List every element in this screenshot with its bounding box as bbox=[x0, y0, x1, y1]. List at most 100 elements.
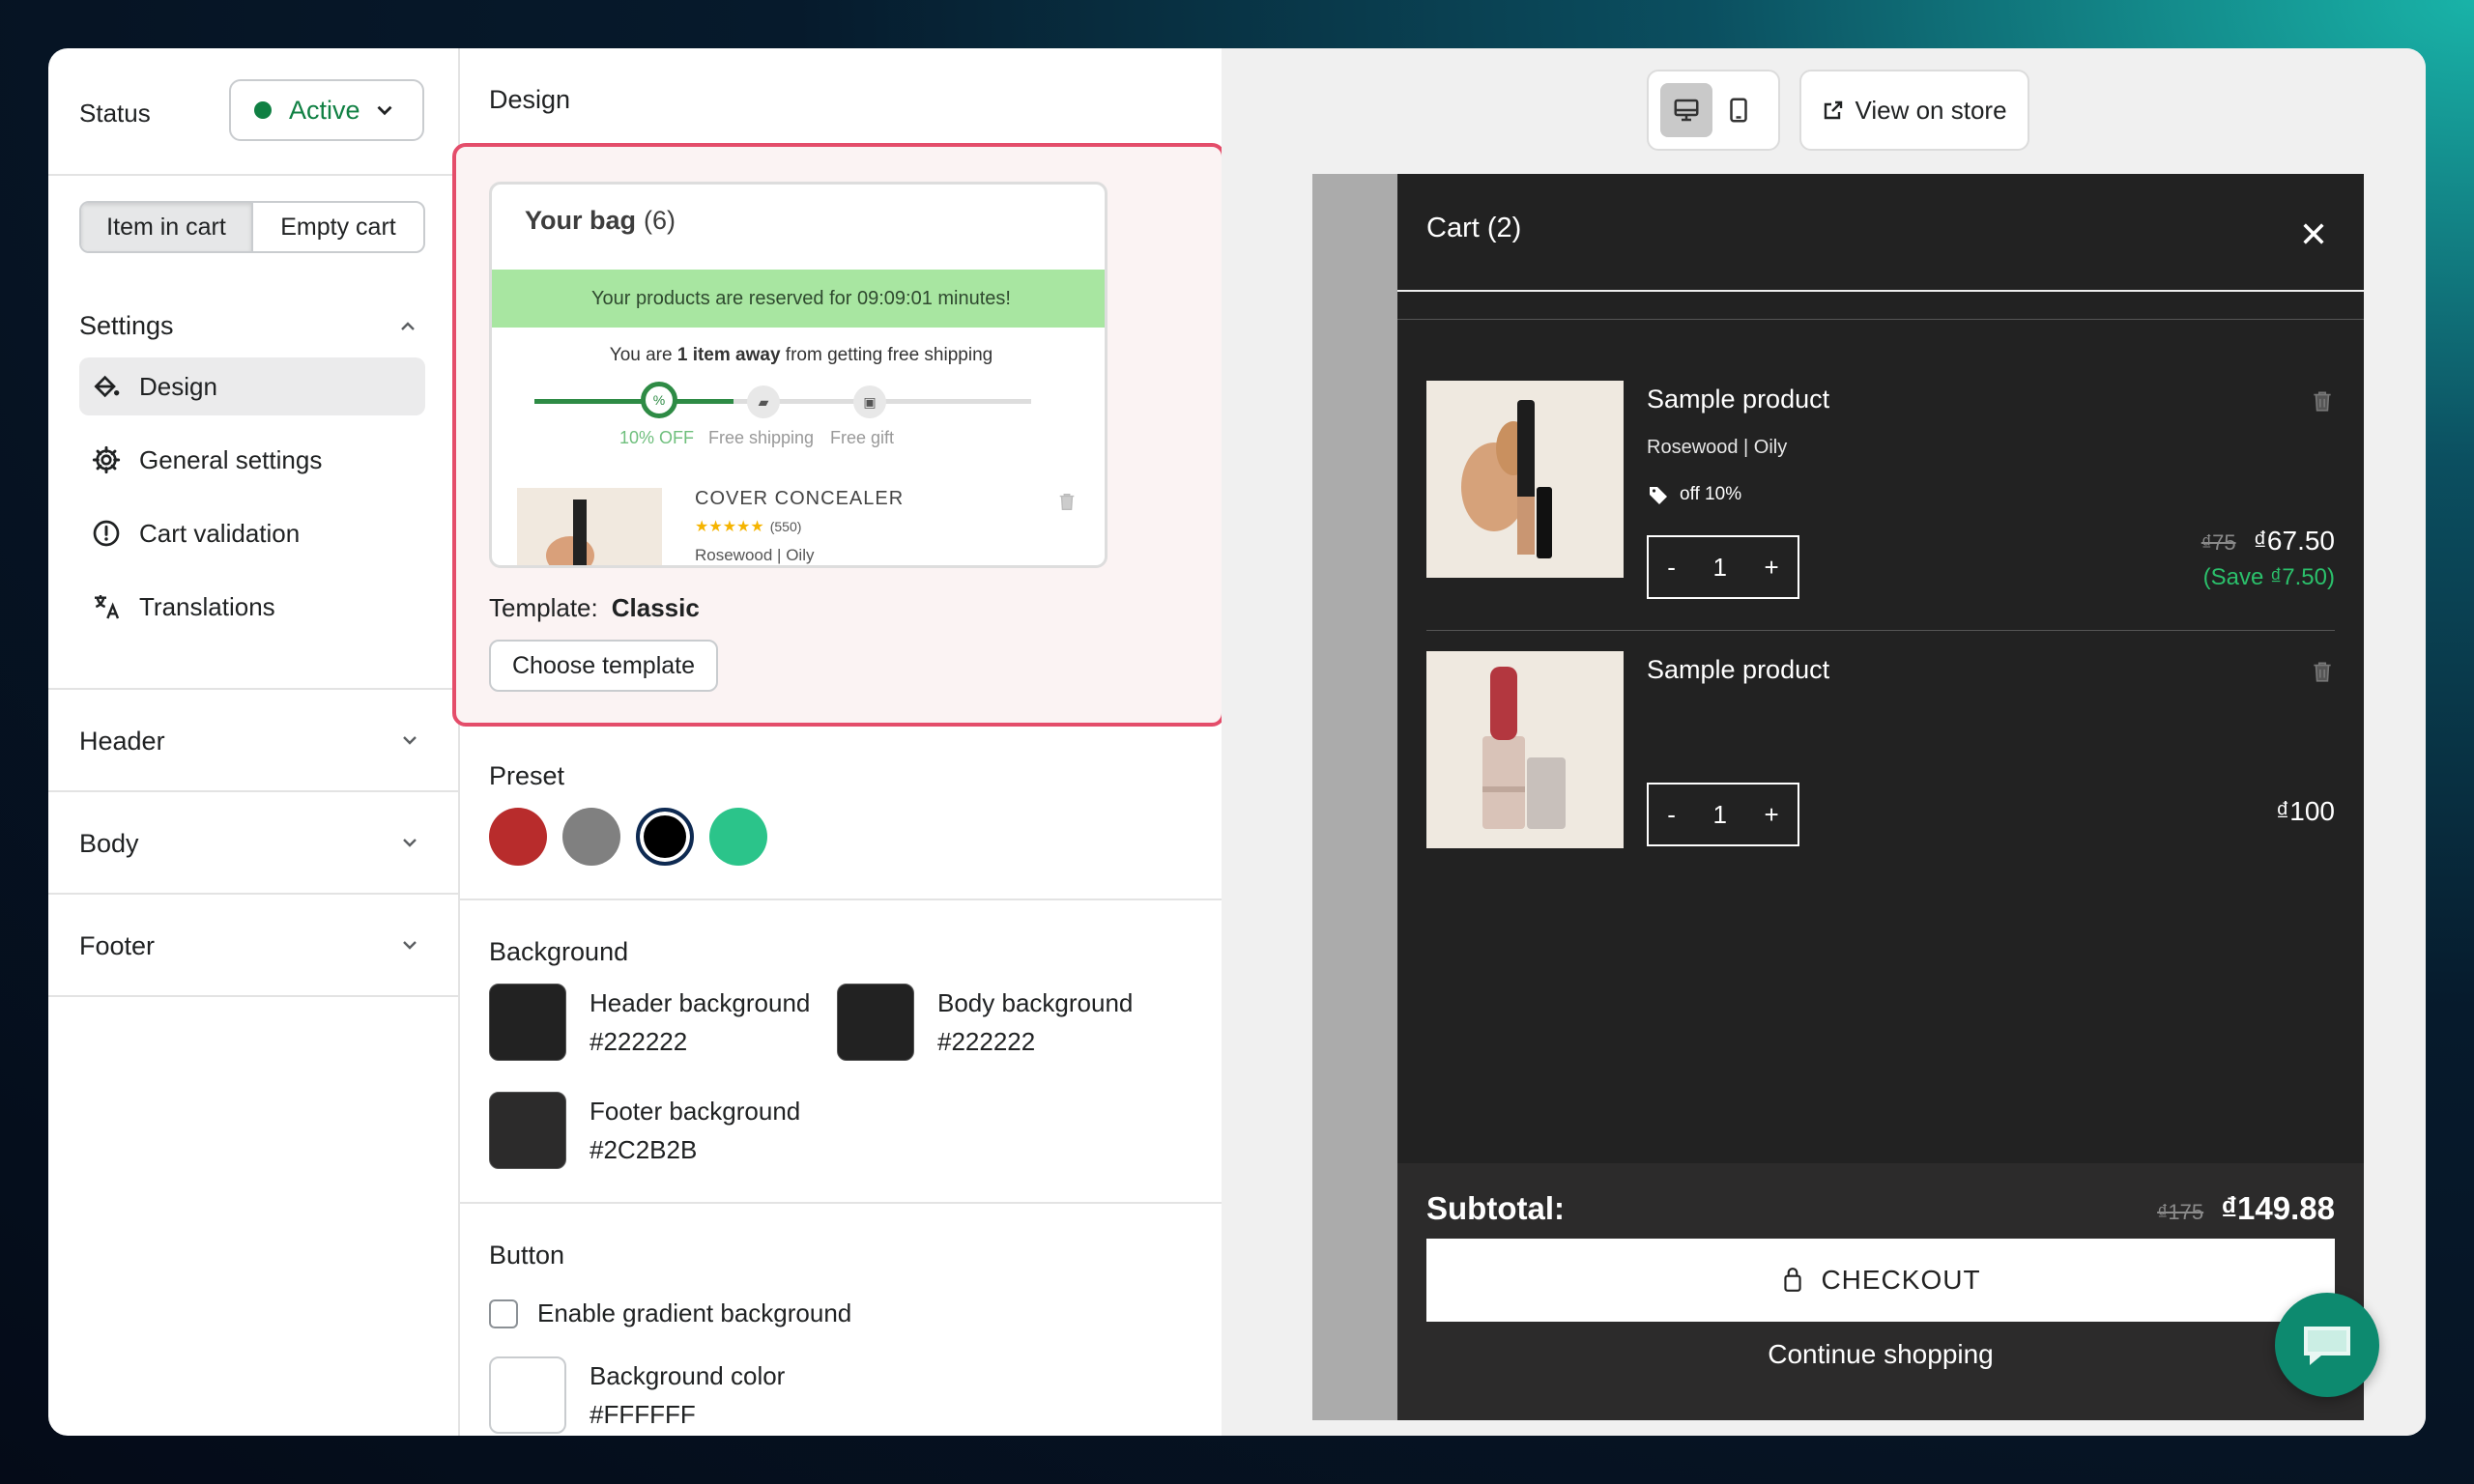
preset-swatch-green[interactable] bbox=[709, 808, 767, 866]
cart-line-item: Sample product - 1 + ₫100 bbox=[1426, 651, 2335, 854]
reservation-banner: Your products are reserved for 09:09:01 … bbox=[492, 270, 1105, 328]
chevron-up-icon bbox=[401, 321, 415, 330]
button-title: Button bbox=[489, 1241, 565, 1270]
milestone-label: 10% OFF bbox=[619, 428, 695, 447]
subtotal-compare: ₫175 bbox=[2157, 1200, 2204, 1224]
product-image-lipstick bbox=[1426, 651, 1624, 848]
settings-title: Settings bbox=[79, 311, 174, 340]
status-value: Active bbox=[289, 95, 360, 125]
checkout-button[interactable]: CHECKOUT bbox=[1426, 1239, 2335, 1322]
gear-icon bbox=[91, 444, 122, 475]
chat-button[interactable] bbox=[2275, 1293, 2379, 1397]
translate-icon bbox=[91, 591, 122, 622]
quantity-stepper[interactable]: - 1 + bbox=[1647, 535, 1799, 599]
desktop-view-button[interactable] bbox=[1660, 83, 1712, 137]
qty-increase-button[interactable]: + bbox=[1765, 553, 1779, 583]
continue-shopping-link[interactable]: Continue shopping bbox=[1397, 1339, 2364, 1370]
alert-circle-icon bbox=[91, 518, 122, 549]
color-value: #222222 bbox=[590, 1027, 688, 1056]
color-value: #2C2B2B bbox=[590, 1135, 698, 1164]
trash-icon[interactable] bbox=[2310, 386, 2335, 415]
price-row: ₫100 bbox=[2276, 796, 2335, 827]
template-section: Your bag (6) Your products are reserved f… bbox=[452, 143, 1225, 727]
view-on-store-button[interactable]: View on store bbox=[1799, 70, 2029, 151]
color-value: #FFFFFF bbox=[590, 1400, 696, 1429]
subtotal-label: Subtotal: bbox=[1426, 1190, 1565, 1226]
trash-icon[interactable] bbox=[2310, 657, 2335, 686]
color-picker-swatch[interactable] bbox=[489, 1092, 566, 1169]
progress-track bbox=[534, 399, 1031, 404]
chevron-down-icon bbox=[403, 736, 417, 745]
preset-title: Preset bbox=[489, 761, 565, 790]
milestone-label: Free shipping bbox=[708, 428, 815, 447]
preview-product-image bbox=[517, 488, 662, 565]
template-preview[interactable]: Your bag (6) Your products are reserved f… bbox=[489, 182, 1108, 568]
status-dot bbox=[254, 101, 272, 119]
sidebar-item-general-settings[interactable]: General settings bbox=[79, 431, 425, 489]
savings-text: (Save ₫7.50) bbox=[2202, 564, 2335, 590]
section-label: Body bbox=[79, 829, 139, 858]
qty-decrease-button[interactable]: - bbox=[1667, 553, 1676, 583]
tab-item-in-cart[interactable]: Item in cart bbox=[81, 203, 253, 251]
color-picker-swatch[interactable] bbox=[489, 984, 566, 1061]
app-window: Status Active Item in cart Empty cart Se… bbox=[48, 48, 2426, 1436]
qty-decrease-button[interactable]: - bbox=[1667, 800, 1676, 830]
cart-state-toggle: Item in cart Empty cart bbox=[79, 201, 425, 253]
progress-fill bbox=[534, 399, 734, 404]
status-select[interactable]: Active bbox=[229, 79, 424, 141]
product-name[interactable]: Sample product bbox=[1647, 655, 1829, 685]
section-body[interactable]: Body bbox=[48, 790, 458, 893]
preset-swatch-black[interactable] bbox=[636, 808, 694, 866]
settings-header[interactable]: Settings bbox=[79, 311, 425, 341]
color-label: Header background bbox=[590, 988, 811, 1017]
color-picker-swatch[interactable] bbox=[837, 984, 914, 1061]
status-label: Status bbox=[79, 99, 151, 128]
sidebar-item-design[interactable]: Design bbox=[79, 357, 425, 415]
discount-tag: off 10% bbox=[1647, 483, 1741, 506]
tab-empty-cart[interactable]: Empty cart bbox=[253, 203, 423, 251]
qty-value[interactable]: 1 bbox=[1712, 553, 1726, 583]
chevron-down-icon bbox=[377, 105, 392, 116]
close-icon[interactable] bbox=[2300, 220, 2327, 247]
section-label: Footer bbox=[79, 931, 156, 960]
color-label: Body background bbox=[937, 988, 1134, 1017]
cart-title: Cart (2) bbox=[1426, 213, 1522, 243]
desktop-icon bbox=[1674, 99, 1699, 122]
chevron-down-icon bbox=[403, 941, 417, 950]
milestone-gift-icon: ▣ bbox=[853, 385, 886, 418]
header-background-setting: Header background #222222 bbox=[489, 984, 810, 1061]
design-panel: Design Your bag (6) Your products are res… bbox=[452, 48, 1225, 1436]
gradient-checkbox-row[interactable]: Enable gradient background bbox=[489, 1298, 851, 1328]
product-variant: Rosewood | Oily bbox=[1647, 437, 1788, 458]
sidebar-item-translations[interactable]: Translations bbox=[79, 578, 425, 636]
section-footer[interactable]: Footer bbox=[48, 893, 458, 997]
button-background-setting: Background color #FFFFFF bbox=[489, 1356, 785, 1434]
price: ₫100 bbox=[2275, 796, 2335, 826]
background-title: Background bbox=[489, 937, 629, 966]
product-name[interactable]: Sample product bbox=[1647, 385, 1829, 414]
subtotal-value: ₫175 ₫149.88 bbox=[2157, 1190, 2335, 1226]
cart-footer: Subtotal: ₫175 ₫149.88 CHECKOUT Continue… bbox=[1397, 1163, 2364, 1420]
quantity-stepper[interactable]: - 1 + bbox=[1647, 783, 1799, 846]
choose-template-button[interactable]: Choose template bbox=[489, 640, 719, 692]
divider bbox=[458, 899, 1222, 900]
body-background-setting: Body background #222222 bbox=[837, 984, 1133, 1061]
color-value: #222222 bbox=[937, 1027, 1036, 1056]
qty-increase-button[interactable]: + bbox=[1765, 800, 1779, 830]
section-header[interactable]: Header bbox=[48, 688, 458, 790]
mobile-view-button[interactable] bbox=[1712, 83, 1765, 137]
status-row: Status Active bbox=[48, 48, 458, 176]
qty-value[interactable]: 1 bbox=[1712, 800, 1726, 830]
footer-background-setting: Footer background #2C2B2B bbox=[489, 1092, 800, 1169]
chat-bubble-icon bbox=[2304, 1327, 2350, 1365]
mobile-icon bbox=[1730, 98, 1747, 123]
gradient-checkbox[interactable] bbox=[489, 1298, 518, 1328]
chevron-down-icon bbox=[403, 839, 417, 847]
preset-swatch-gray[interactable] bbox=[562, 808, 620, 866]
color-picker-swatch[interactable] bbox=[489, 1356, 566, 1434]
milestone-label: Free gift bbox=[830, 428, 895, 447]
sidebar-item-cart-validation[interactable]: Cart validation bbox=[79, 504, 425, 562]
preview-bag-title: Your bag (6) bbox=[525, 206, 676, 235]
device-toggle bbox=[1647, 70, 1780, 151]
preset-swatch-red[interactable] bbox=[489, 808, 547, 866]
